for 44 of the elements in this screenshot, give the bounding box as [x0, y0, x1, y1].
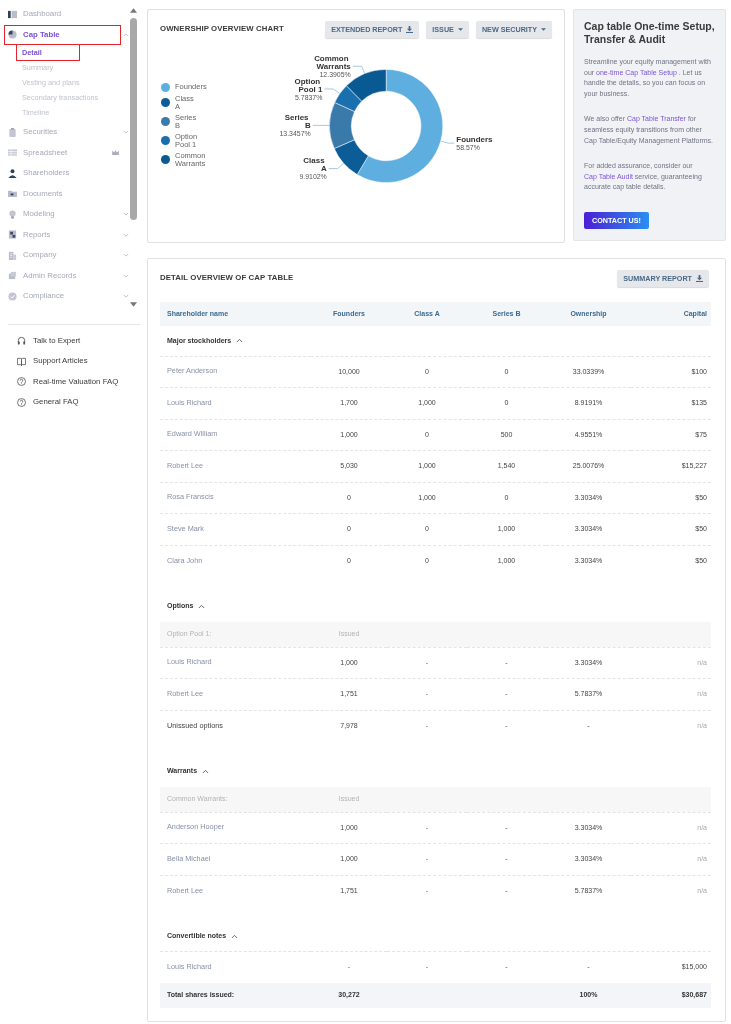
dashboard-icon [8, 9, 17, 19]
download-icon [696, 274, 703, 282]
chevron-icon[interactable] [236, 338, 244, 343]
leader-line [440, 140, 455, 144]
question-circle-icon [17, 397, 26, 407]
lightbulb-icon [8, 209, 17, 219]
stacked-cards-icon [8, 271, 17, 281]
clipboard-icon [8, 127, 17, 137]
question-circle-icon [17, 377, 26, 387]
check-circle-icon [8, 291, 17, 301]
download-icon [406, 25, 414, 33]
caret-icon [457, 27, 463, 31]
promo-title: Cap table One-time Setup, Transfer & Audit [584, 20, 715, 45]
leader-line [323, 88, 341, 94]
chevron-icon[interactable] [123, 273, 129, 278]
slice-label: Common Warrants [314, 53, 351, 71]
leader-line [352, 65, 366, 75]
chevron-icon[interactable] [198, 604, 206, 609]
book-icon [17, 356, 26, 366]
chevron-icon[interactable] [123, 294, 129, 299]
chevron-icon[interactable] [202, 769, 210, 774]
table-icon [8, 148, 17, 158]
chevron-icon[interactable] [123, 253, 129, 258]
document-icon [8, 230, 17, 240]
scroll-up-icon[interactable] [130, 8, 137, 13]
slice-label: Series B [284, 113, 311, 130]
building-icon [8, 250, 17, 260]
slice-label: Founders [456, 134, 493, 144]
chevron-icon[interactable] [123, 212, 129, 217]
chevron-icon[interactable] [123, 32, 129, 37]
leader-line [328, 162, 345, 169]
pie-chart-icon [8, 30, 17, 40]
scrollbar-thumb[interactable] [130, 18, 137, 220]
slice-label: Class A [303, 156, 327, 174]
slice-label: Option Pool 1 [294, 76, 323, 94]
person-icon [8, 168, 17, 178]
headphones-icon [17, 336, 26, 346]
chevron-icon[interactable] [123, 232, 129, 237]
chevron-icon[interactable] [231, 933, 239, 939]
caret-icon [541, 27, 546, 31]
chevron-icon[interactable] [123, 130, 129, 135]
scroll-down-icon[interactable] [130, 301, 137, 307]
folder-icon [8, 189, 17, 199]
leader-line [312, 124, 330, 126]
